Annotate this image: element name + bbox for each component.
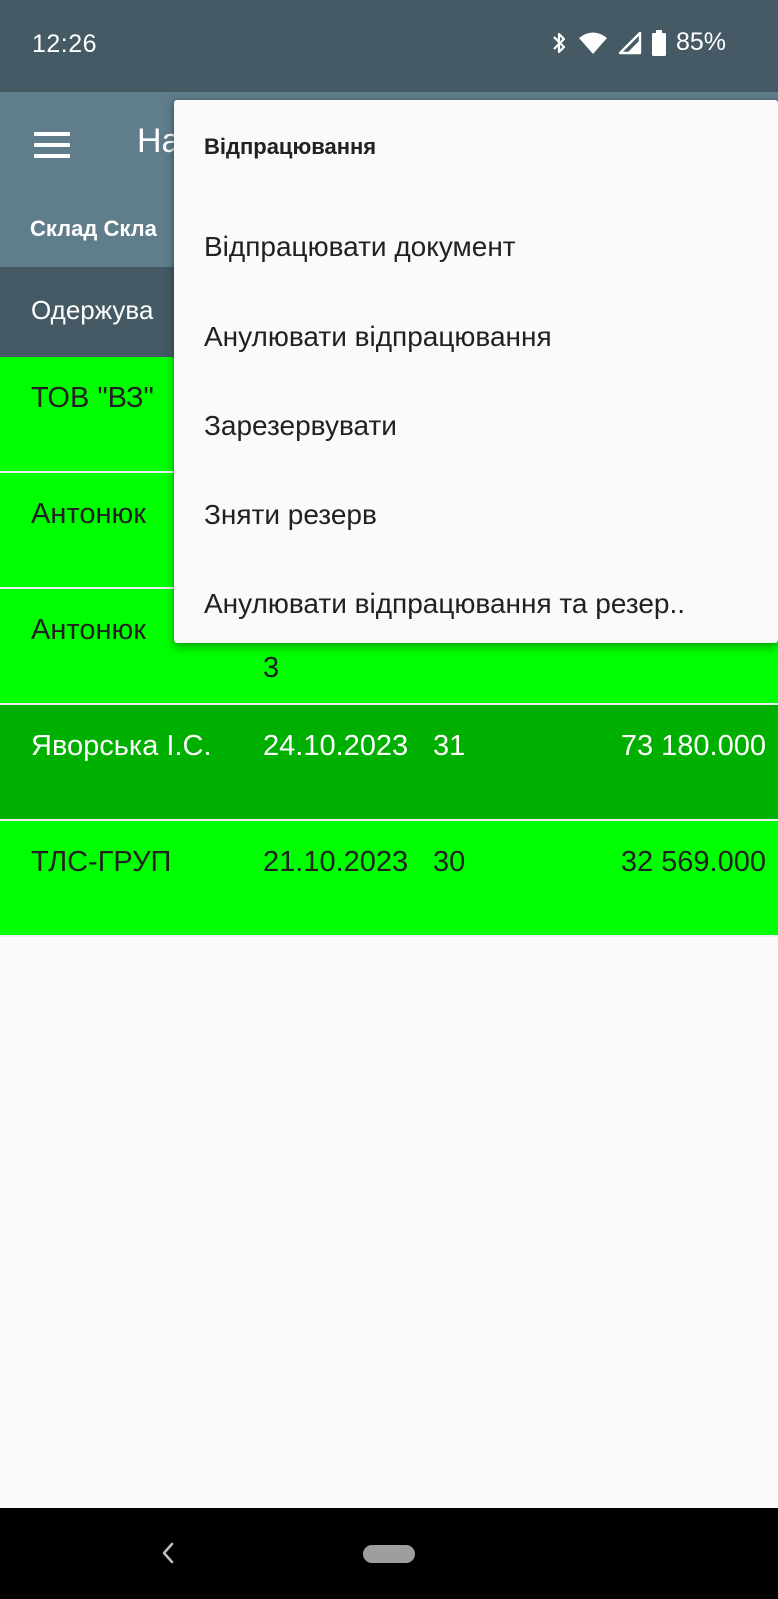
popup-header: Відпрацювання — [204, 134, 377, 159]
row-sum: 32 569.000 — [620, 846, 766, 878]
row-recipient: Яворська І.С. — [31, 730, 212, 762]
bluetooth-icon — [550, 30, 568, 56]
battery-icon — [651, 29, 666, 56]
row-date: 24.10.2023 — [263, 730, 409, 762]
status-icons: 85% — [550, 28, 726, 57]
system-nav-bar — [0, 1508, 778, 1599]
wifi-icon — [578, 31, 608, 55]
status-bar: 12:26 85% — [0, 0, 778, 92]
posting-popup-menu: Відпрацювання Відпрацювати документ Анул… — [174, 100, 778, 643]
row-sum: 73 180.000 — [620, 730, 766, 762]
row-recipient: ТЛС-ГРУП — [31, 846, 172, 878]
menu-item-cancel-posting[interactable]: Анулювати відпрацювання — [174, 292, 778, 382]
signal-icon — [618, 31, 642, 55]
home-pill-icon[interactable] — [363, 1545, 415, 1563]
menu-item-reserve[interactable]: Зарезервувати — [174, 381, 778, 471]
battery-percent: 85% — [675, 28, 726, 56]
row-number: 31 — [433, 730, 466, 762]
status-time: 12:26 — [32, 30, 98, 58]
menu-item-post-document[interactable]: Відпрацювати документ — [174, 202, 778, 292]
warehouse-subtitle: Склад Скла — [30, 216, 157, 241]
menu-item-cancel-posting-and-reserve[interactable]: Анулювати відпрацювання та резер.. — [174, 559, 778, 649]
screen: 12:26 85% На Склад Скла Одержува ТОВ "ВЗ… — [0, 0, 778, 1599]
row-number: 30 — [433, 846, 466, 878]
back-icon[interactable] — [160, 1540, 176, 1571]
row-date: 3 — [263, 652, 280, 684]
menu-item-remove-reserve[interactable]: Зняти резерв — [174, 470, 778, 560]
hamburger-menu-icon[interactable] — [34, 130, 74, 162]
row-date: 21.10.2023 — [263, 846, 409, 878]
header-recipient: Одержува — [31, 295, 154, 325]
table-row[interactable]: ТЛС-ГРУП 21.10.2023 30 32 569.000 — [0, 821, 778, 937]
table-row-selected[interactable]: Яворська І.С. 24.10.2023 31 73 180.000 — [0, 705, 778, 821]
